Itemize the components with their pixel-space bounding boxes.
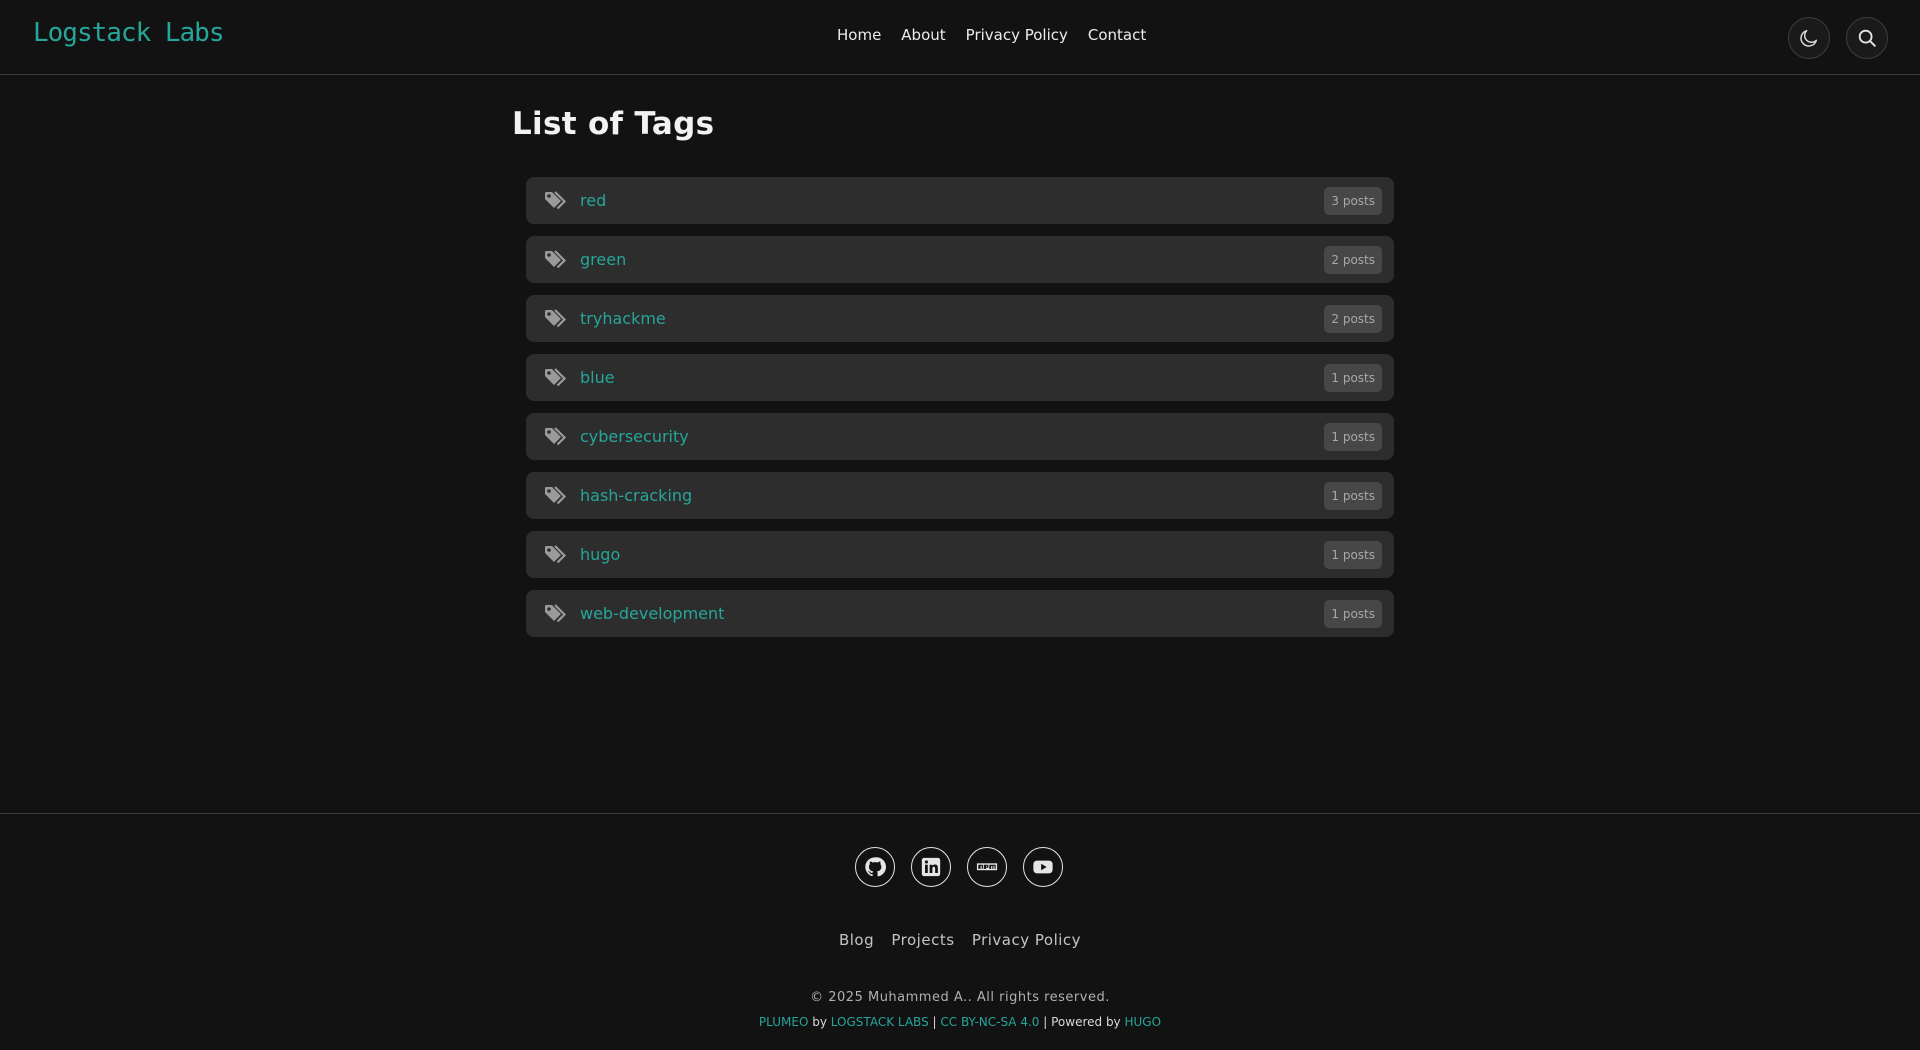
- github-icon: [865, 857, 886, 877]
- tags-icon: [545, 308, 567, 327]
- post-count-badge: 3 posts: [1324, 187, 1382, 215]
- nav-home[interactable]: Home: [837, 26, 881, 44]
- youtube-link[interactable]: [1023, 847, 1063, 887]
- nav-about[interactable]: About: [901, 26, 945, 44]
- linkedin-link[interactable]: [911, 847, 951, 887]
- credit-engine-link[interactable]: HUGO: [1125, 1015, 1162, 1029]
- post-count-badge: 2 posts: [1324, 246, 1382, 274]
- tags-icon: [545, 367, 567, 386]
- footer-link-privacy-policy[interactable]: Privacy Policy: [972, 931, 1081, 949]
- npm-link[interactable]: [967, 847, 1007, 887]
- tags-icon: [545, 603, 567, 622]
- linkedin-icon: [921, 857, 941, 877]
- credit-by-text: by: [812, 1015, 827, 1029]
- post-count-badge: 2 posts: [1324, 305, 1382, 333]
- tag-link[interactable]: tryhackme: [580, 309, 666, 328]
- footer-link-blog[interactable]: Blog: [839, 931, 874, 949]
- tag-link[interactable]: blue: [580, 368, 615, 387]
- post-count-badge: 1 posts: [1324, 600, 1382, 628]
- nav-privacy-policy[interactable]: Privacy Policy: [966, 26, 1068, 44]
- post-count-badge: 1 posts: [1324, 482, 1382, 510]
- tag-link[interactable]: cybersecurity: [580, 427, 689, 446]
- footer-link-projects[interactable]: Projects: [891, 931, 954, 949]
- tag-item-red[interactable]: red 3 posts: [526, 177, 1394, 224]
- credit-separator: |: [932, 1015, 937, 1029]
- tags-icon: [545, 249, 567, 268]
- theme-toggle-button[interactable]: [1788, 17, 1830, 59]
- tags-icon: [545, 426, 567, 445]
- credit-theme-link[interactable]: PLUMEO: [759, 1015, 809, 1029]
- credit-powered-text: | Powered by: [1043, 1015, 1121, 1029]
- credits-line: PLUMEO by LOGSTACK LABS | CC BY-NC-SA 4.…: [0, 1015, 1920, 1029]
- post-count-badge: 1 posts: [1324, 423, 1382, 451]
- site-footer: Blog Projects Privacy Policy © 2025 Muha…: [0, 813, 1920, 1050]
- search-icon: [1858, 29, 1876, 47]
- npm-icon: [976, 863, 998, 871]
- tag-list: red 3 posts green 2 posts tryhackme 2 po…: [526, 177, 1394, 649]
- credit-license-link[interactable]: CC BY-NC-SA 4.0: [940, 1015, 1039, 1029]
- tag-item-hugo[interactable]: hugo 1 posts: [526, 531, 1394, 578]
- tag-link[interactable]: hash-cracking: [580, 486, 692, 505]
- tag-link[interactable]: hugo: [580, 545, 620, 564]
- social-links: [855, 847, 1063, 887]
- credit-org-link[interactable]: LOGSTACK LABS: [831, 1015, 929, 1029]
- tag-item-cybersecurity[interactable]: cybersecurity 1 posts: [526, 413, 1394, 460]
- youtube-icon: [1033, 860, 1053, 874]
- footer-links: Blog Projects Privacy Policy: [0, 931, 1920, 949]
- tags-icon: [545, 190, 567, 209]
- post-count-badge: 1 posts: [1324, 364, 1382, 392]
- tags-icon: [545, 544, 567, 563]
- tag-item-green[interactable]: green 2 posts: [526, 236, 1394, 283]
- site-logo[interactable]: Logstack Labs: [33, 18, 224, 48]
- site-header: Logstack Labs Home About Privacy Policy …: [0, 0, 1920, 75]
- page-title: List of Tags: [512, 106, 715, 142]
- main-nav: Home About Privacy Policy Contact: [837, 26, 1146, 44]
- tag-item-hash-cracking[interactable]: hash-cracking 1 posts: [526, 472, 1394, 519]
- tag-item-blue[interactable]: blue 1 posts: [526, 354, 1394, 401]
- tag-link[interactable]: red: [580, 191, 606, 210]
- tags-icon: [545, 485, 567, 504]
- nav-contact[interactable]: Contact: [1088, 26, 1146, 44]
- tag-item-web-development[interactable]: web-development 1 posts: [526, 590, 1394, 637]
- github-link[interactable]: [855, 847, 895, 887]
- tag-link[interactable]: web-development: [580, 604, 724, 623]
- moon-icon: [1800, 29, 1818, 47]
- tag-link[interactable]: green: [580, 250, 626, 269]
- tag-item-tryhackme[interactable]: tryhackme 2 posts: [526, 295, 1394, 342]
- copyright-text: © 2025 Muhammed A.. All rights reserved.: [810, 990, 1110, 1005]
- search-button[interactable]: [1846, 17, 1888, 59]
- post-count-badge: 1 posts: [1324, 541, 1382, 569]
